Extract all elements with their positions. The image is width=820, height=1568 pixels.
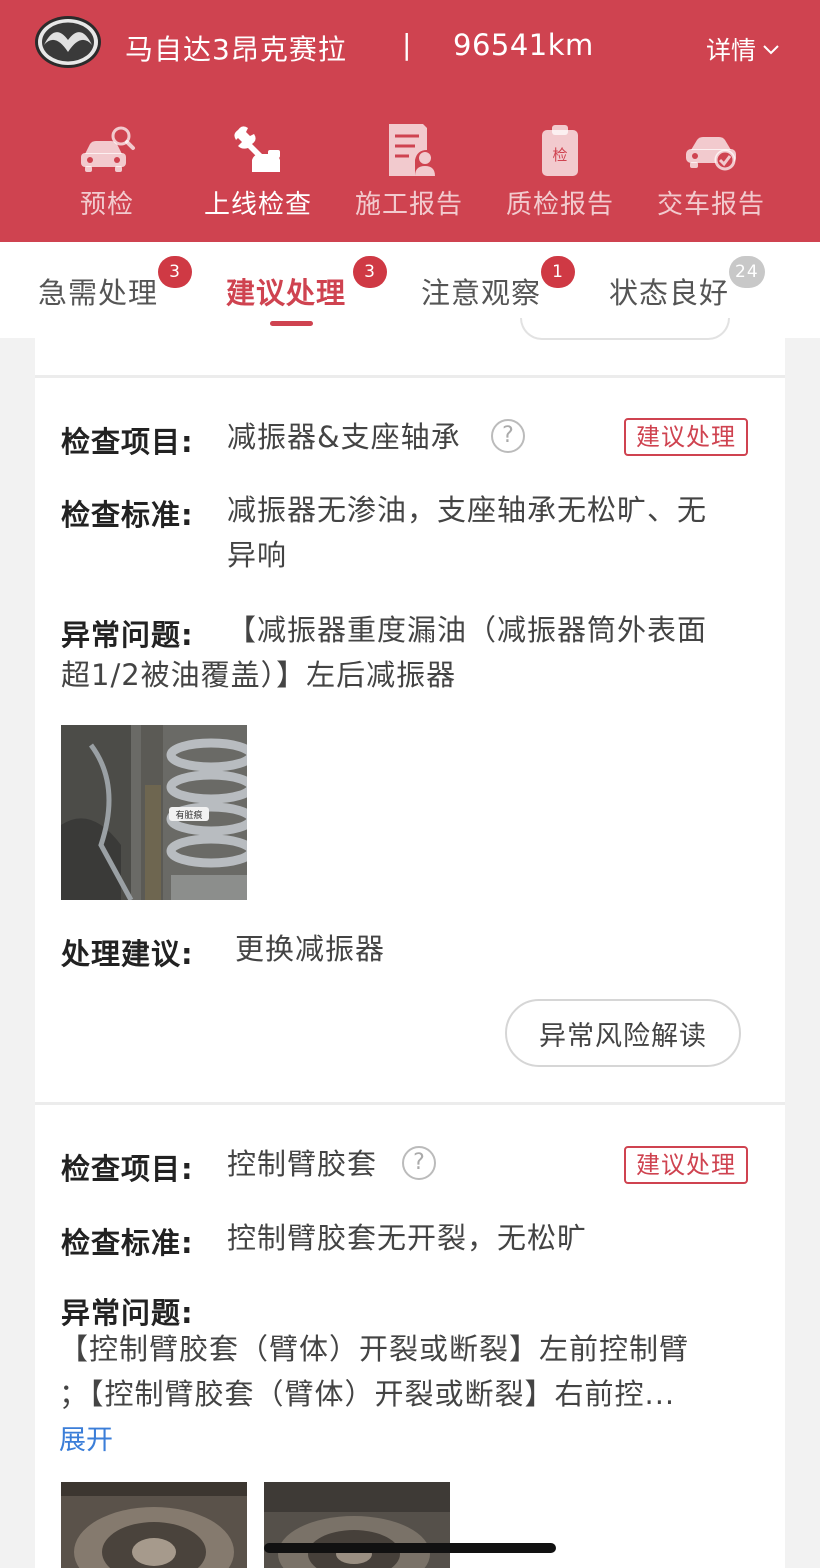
home-indicator[interactable] <box>264 1543 556 1553</box>
tab-suggested[interactable]: 建议处理 3 <box>226 256 387 312</box>
standard-line: 异响 <box>227 538 288 572</box>
help-icon[interactable]: ? <box>491 419 525 453</box>
item-label: 检查项目: <box>61 1152 194 1186</box>
bushing-photo[interactable] <box>264 1482 450 1568</box>
car-model-name: 马自达3昂克赛拉 <box>125 33 347 66</box>
standard-label: 检查标准: <box>61 498 194 532</box>
standard-value: 减振器无渗油，支座轴承无松旷、无 异响 <box>227 488 767 578</box>
damper-photo-image: 有脏痕 <box>61 725 247 900</box>
car-search-icon <box>81 126 135 172</box>
bushing-photo[interactable] <box>61 1482 247 1568</box>
nav-label: 预检 <box>79 190 134 220</box>
card-divider <box>35 1102 785 1105</box>
clipboard-check-icon: 检 <box>542 125 578 176</box>
count-badge: 24 <box>729 256 765 288</box>
inspection-list: 检查项目: 减振器&支座轴承 ? 建议处理 检查标准: 减振器无渗油，支座轴承无… <box>35 318 785 1568</box>
expand-link[interactable]: 展开 <box>59 1418 113 1457</box>
count-badge: 1 <box>541 256 575 288</box>
count-badge: 3 <box>353 256 387 288</box>
bushing-photo-image <box>61 1482 247 1568</box>
count-badge: 3 <box>158 256 192 288</box>
mileage-value: 96541km <box>453 28 594 62</box>
problem-line: 超1/2被油覆盖）】左后减振器 <box>61 658 457 692</box>
chevron-down-icon <box>763 45 779 55</box>
vehicle-header: 马自达3昂克赛拉 | 96541km 详情 预检 上线检查 施工报告 检 质检报… <box>0 0 820 242</box>
standard-value: 控制臂胶套无开裂，无松旷 <box>227 1221 588 1255</box>
wrench-hand-icon <box>234 126 280 172</box>
detail-link[interactable]: 详情 <box>706 31 780 67</box>
problem-line: 【控制臂胶套（臂体）开裂或断裂】左前控制臂 <box>59 1332 690 1366</box>
nav-item-delivery-report[interactable]: 交车报告 <box>641 120 781 221</box>
tab-label: 注意观察 <box>421 276 542 310</box>
svg-text:检: 检 <box>552 146 567 164</box>
tab-label: 状态良好 <box>609 276 730 310</box>
standard-line: 减振器无渗油，支座轴承无松旷、无 <box>227 493 708 527</box>
problem-line: 【减振器重度漏油（减振器筒外表面 <box>227 613 708 647</box>
item-value: 减振器&支座轴承 <box>227 420 461 454</box>
car-check-icon <box>686 137 736 171</box>
status-tag: 建议处理 <box>624 1146 748 1184</box>
nav-label: 质检报告 <box>505 190 614 220</box>
advice-label: 处理建议: <box>61 937 194 971</box>
process-nav: 预检 上线检查 施工报告 检 质检报告 交车报告 <box>0 120 820 230</box>
item-value: 控制臂胶套 <box>227 1147 378 1181</box>
tab-good[interactable]: 状态良好 24 <box>609 256 765 312</box>
risk-interpretation-button[interactable]: 异常风险解读 <box>505 999 741 1067</box>
problem-label: 异常问题: <box>61 1296 194 1330</box>
tab-urgent[interactable]: 急需处理 3 <box>38 256 192 312</box>
nav-item-online-check[interactable]: 上线检查 <box>188 120 328 221</box>
nav-item-precheck[interactable]: 预检 <box>37 120 177 221</box>
nav-item-construction-report[interactable]: 施工报告 <box>339 120 479 221</box>
detail-label: 详情 <box>706 36 757 65</box>
bushing-photo-image <box>264 1482 450 1568</box>
card-divider <box>35 375 785 378</box>
active-tab-indicator <box>270 321 313 326</box>
item-label: 检查项目: <box>61 425 194 459</box>
damper-photo[interactable]: 有脏痕 <box>61 725 247 900</box>
previous-risk-button[interactable] <box>520 318 730 340</box>
advice-value: 更换减振器 <box>235 932 386 966</box>
problem-label: 异常问题: <box>61 618 194 652</box>
help-icon[interactable]: ? <box>402 1146 436 1180</box>
nav-label: 交车报告 <box>656 190 765 220</box>
header-separator: | <box>402 28 412 61</box>
tab-label: 急需处理 <box>38 276 159 310</box>
status-tag: 建议处理 <box>624 418 748 456</box>
photo-annotation: 有脏痕 <box>175 809 202 821</box>
tab-label: 建议处理 <box>226 276 347 310</box>
report-person-icon <box>389 124 435 176</box>
tab-observe[interactable]: 注意观察 1 <box>421 256 575 312</box>
problem-line: ；【控制臂胶套（臂体）开裂或断裂】右前控... <box>59 1377 676 1411</box>
nav-label: 上线检查 <box>203 190 312 220</box>
standard-label: 检查标准: <box>61 1226 194 1260</box>
mazda-logo <box>35 16 101 68</box>
nav-label: 施工报告 <box>354 190 463 220</box>
nav-item-qc-report[interactable]: 检 质检报告 <box>490 120 630 221</box>
